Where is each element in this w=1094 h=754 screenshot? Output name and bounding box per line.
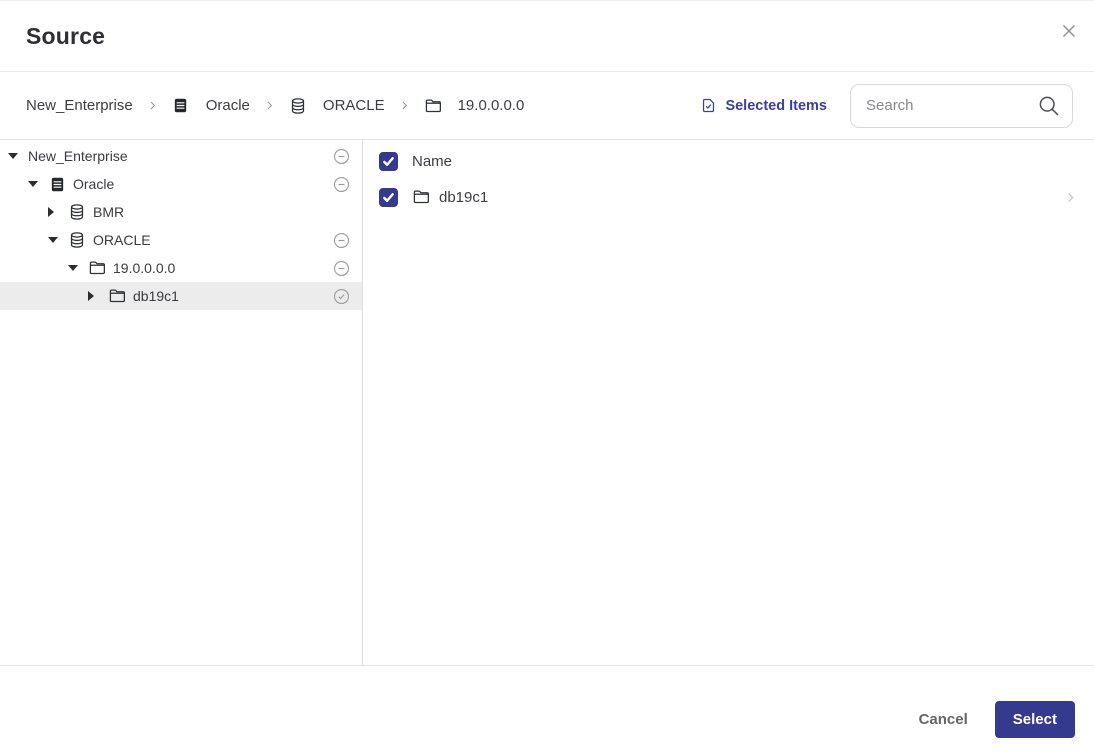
- dialog-title: Source: [26, 22, 106, 49]
- caret-down-icon[interactable]: [28, 181, 48, 187]
- caret-down-icon[interactable]: [8, 153, 28, 159]
- tree-item-label: ORACLE: [93, 232, 151, 248]
- cancel-button[interactable]: Cancel: [919, 711, 968, 728]
- list-header-row: Name: [363, 143, 1094, 179]
- tree-item-bmr[interactable]: BMR: [0, 198, 362, 226]
- breadcrumb: New_Enterprise Oracle ORACLE 19.0.0.0.0: [26, 97, 524, 115]
- minus-circle-icon[interactable]: [333, 232, 350, 249]
- database-icon: [68, 231, 86, 249]
- breadcrumb-item-new-enterprise[interactable]: New_Enterprise: [26, 97, 133, 114]
- tree-item-label: New_Enterprise: [28, 148, 128, 164]
- tree-item-label: db19c1: [133, 288, 179, 304]
- dialog-body: New_Enterprise Oracle BMR ORACLE 19.0.0.…: [0, 140, 1094, 665]
- selected-items-button[interactable]: Selected Items: [700, 97, 827, 114]
- minus-circle-icon[interactable]: [333, 260, 350, 277]
- source-dialog: Source New_Enterprise Oracle ORACLE 19.0…: [0, 0, 1094, 754]
- chevron-right-icon: [146, 99, 159, 112]
- breadcrumb-item-19-0-0-0-0[interactable]: 19.0.0.0.0: [424, 97, 525, 115]
- toolbar: New_Enterprise Oracle ORACLE 19.0.0.0.0 …: [0, 72, 1094, 140]
- tree-item-label: Oracle: [73, 176, 115, 192]
- close-icon: [1061, 23, 1077, 39]
- tree-item-label: 19.0.0.0.0: [113, 260, 176, 276]
- caret-down-icon[interactable]: [68, 265, 88, 271]
- breadcrumb-label: New_Enterprise: [26, 97, 133, 114]
- search-icon[interactable]: [1037, 94, 1061, 123]
- breadcrumb-item-oracle[interactable]: Oracle: [172, 97, 250, 115]
- breadcrumb-item-oracle-db[interactable]: ORACLE: [289, 97, 385, 115]
- table-icon: [172, 97, 190, 115]
- breadcrumb-label: ORACLE: [322, 97, 385, 114]
- close-button[interactable]: [1056, 18, 1082, 44]
- database-icon: [68, 203, 86, 221]
- selected-items-list: Name db19c1: [363, 140, 1094, 665]
- select-all-checkbox[interactable]: [379, 151, 398, 171]
- minus-circle-icon[interactable]: [333, 176, 350, 193]
- tree-item-oracle[interactable]: Oracle: [0, 170, 362, 198]
- source-tree: New_Enterprise Oracle BMR ORACLE 19.0.0.…: [0, 140, 363, 665]
- folder-icon: [108, 287, 126, 305]
- list-item-db19c1[interactable]: db19c1: [363, 179, 1094, 215]
- dialog-footer: Cancel Select: [0, 665, 1094, 754]
- table-icon: [48, 175, 66, 193]
- minus-circle-icon[interactable]: [333, 148, 350, 165]
- folder-icon: [88, 259, 106, 277]
- toolbar-right: Selected Items: [700, 83, 1073, 128]
- select-button[interactable]: Select: [994, 700, 1075, 738]
- chevron-right-icon[interactable]: [1063, 190, 1078, 205]
- caret-down-icon[interactable]: [48, 237, 68, 243]
- row-checkbox[interactable]: [379, 187, 398, 207]
- chevron-right-icon: [398, 99, 411, 112]
- dialog-header: Source: [0, 1, 1094, 72]
- list-header-label: Name: [412, 152, 453, 170]
- caret-right-icon[interactable]: [48, 207, 68, 217]
- caret-right-icon[interactable]: [88, 291, 108, 301]
- list-item-label: db19c1: [439, 188, 489, 206]
- breadcrumb-label: 19.0.0.0.0: [457, 97, 525, 114]
- breadcrumb-label: Oracle: [205, 97, 250, 114]
- folder-icon: [412, 188, 430, 206]
- chevron-right-icon: [263, 99, 276, 112]
- folder-icon: [424, 97, 442, 115]
- tree-item-oracle-db[interactable]: ORACLE: [0, 226, 362, 254]
- tree-item-19-0-0-0-0[interactable]: 19.0.0.0.0: [0, 254, 362, 282]
- database-icon: [289, 97, 307, 115]
- check-circle-icon[interactable]: [333, 288, 350, 305]
- tree-item-db19c1[interactable]: db19c1: [0, 282, 362, 310]
- tree-item-label: BMR: [93, 204, 125, 220]
- selected-items-label: Selected Items: [725, 97, 827, 114]
- search-box: [850, 83, 1073, 128]
- document-check-icon: [700, 97, 717, 114]
- tree-item-new-enterprise[interactable]: New_Enterprise: [0, 142, 362, 170]
